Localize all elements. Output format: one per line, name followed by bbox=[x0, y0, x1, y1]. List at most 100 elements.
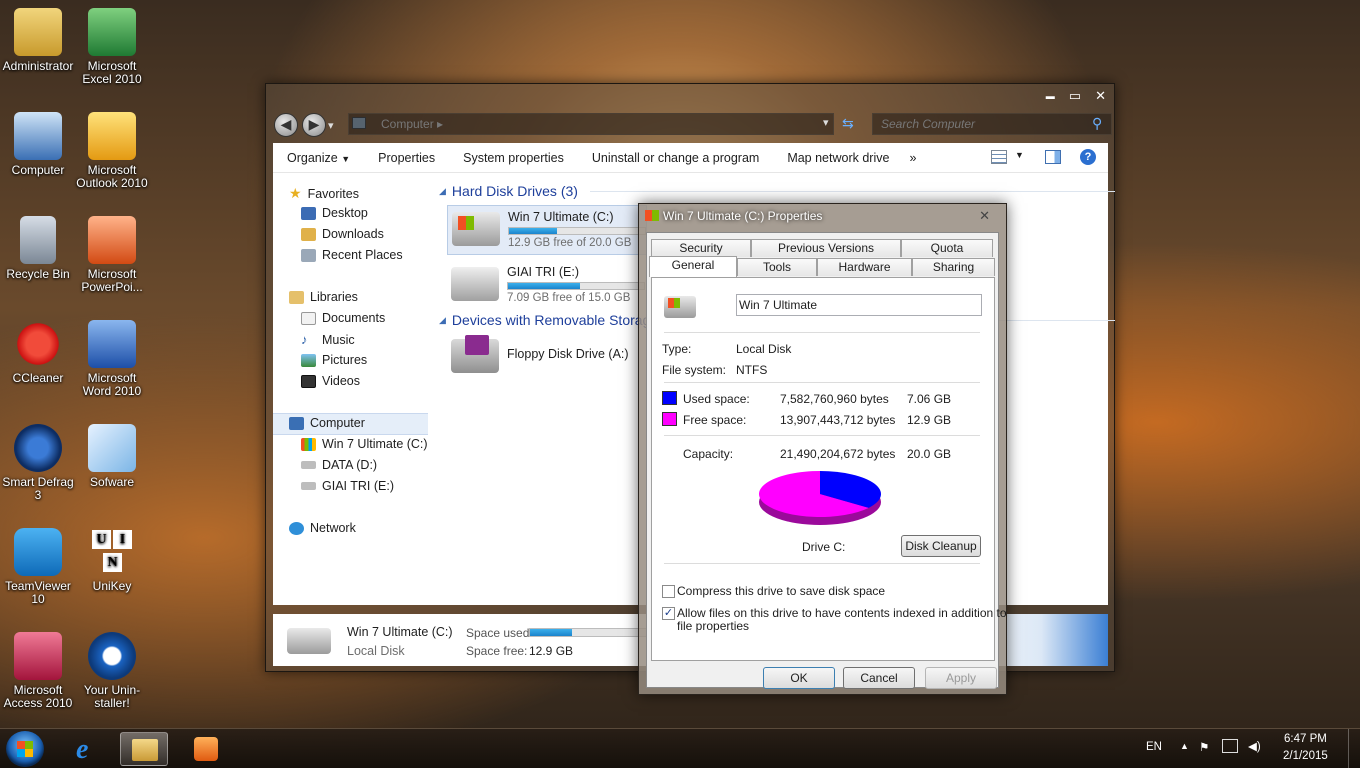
maximize-button[interactable]: ▭ bbox=[1069, 88, 1081, 104]
nav-item-pictures[interactable]: Pictures bbox=[301, 353, 367, 367]
address-text: Computer ▸ bbox=[381, 117, 444, 131]
action-center-flag-icon[interactable]: ⚑ bbox=[1199, 740, 1209, 754]
recent-pages-dropdown[interactable]: ▾ bbox=[328, 119, 334, 132]
nav-item-drive-e[interactable]: GIAI TRI (E:) bbox=[301, 479, 394, 493]
clock-time[interactable]: 6:47 PM bbox=[1284, 733, 1327, 745]
start-button[interactable] bbox=[6, 731, 44, 767]
desktop-icon-computer[interactable]: Computer bbox=[0, 112, 76, 177]
show-hidden-icons-icon[interactable]: ▲ bbox=[1180, 741, 1189, 751]
search-icon[interactable]: ⚲ bbox=[1092, 115, 1102, 132]
drive-info: Win 7 Ultimate (C:) 12.9 GB free of 20.0… bbox=[508, 206, 646, 249]
used-space-label: Used space: bbox=[683, 392, 750, 406]
back-button[interactable]: ◀ bbox=[274, 113, 298, 137]
more-commands-button[interactable]: » bbox=[903, 151, 922, 165]
close-button[interactable]: ✕ bbox=[1095, 88, 1106, 104]
nav-item-drive-c[interactable]: Win 7 Ultimate (C:) bbox=[301, 437, 428, 451]
minimize-button[interactable]: ▬ bbox=[1046, 88, 1055, 104]
drive-name: GIAI TRI (E:) bbox=[507, 265, 579, 279]
properties-button[interactable]: Properties bbox=[364, 151, 449, 165]
desktop-icon-powerpoint[interactable]: Microsoft PowerPoi... bbox=[74, 216, 150, 294]
language-indicator[interactable]: EN bbox=[1146, 741, 1162, 753]
group-header-hard-disk-drives[interactable]: ◢ Hard Disk Drives (3) bbox=[439, 183, 1115, 199]
nav-item-drive-d[interactable]: DATA (D:) bbox=[301, 458, 377, 472]
address-bar[interactable]: Computer ▸ bbox=[348, 113, 834, 135]
group-header-label: Devices with Removable Storag bbox=[451, 312, 651, 328]
preview-pane-icon[interactable] bbox=[1045, 150, 1061, 164]
desktop-icon-access[interactable]: Microsoft Access 2010 bbox=[0, 632, 76, 710]
nav-item-computer[interactable]: Computer bbox=[289, 416, 365, 430]
address-dropdown-icon[interactable]: ▾ bbox=[823, 116, 829, 129]
unikey-letter-i: I bbox=[113, 530, 132, 549]
tab-sharing[interactable]: Sharing bbox=[912, 258, 995, 276]
desktop-icon-ccleaner[interactable]: CCleaner bbox=[0, 320, 76, 385]
internet-explorer-taskbar-button[interactable]: e bbox=[66, 732, 114, 766]
ok-button[interactable]: OK bbox=[763, 667, 835, 689]
media-player-taskbar-button[interactable] bbox=[182, 732, 230, 766]
unikey-icon: U I N bbox=[88, 528, 136, 576]
desktop-icon-smart-defrag[interactable]: Smart Defrag 3 bbox=[0, 424, 76, 502]
desktop-icon-recycle-bin[interactable]: Recycle Bin bbox=[0, 216, 76, 281]
drive-tile-c[interactable]: Win 7 Ultimate (C:) 12.9 GB free of 20.0… bbox=[447, 205, 647, 255]
desktop-icon-word[interactable]: Microsoft Word 2010 bbox=[74, 320, 150, 398]
tab-hardware[interactable]: Hardware bbox=[817, 258, 912, 276]
show-desktop-button[interactable] bbox=[1348, 729, 1360, 768]
navigation-pane: ★ Favorites Desktop Downloads Recent Plac… bbox=[273, 173, 428, 605]
search-input[interactable]: Search Computer bbox=[872, 113, 1112, 135]
nav-item-documents[interactable]: Documents bbox=[301, 311, 385, 325]
nav-item-desktop[interactable]: Desktop bbox=[301, 206, 368, 220]
drive-properties-dialog[interactable]: Win 7 Ultimate (C:) Properties ✕ Securit… bbox=[638, 203, 1007, 695]
disk-cleanup-button[interactable]: Disk Cleanup bbox=[901, 535, 981, 557]
cancel-button[interactable]: Cancel bbox=[843, 667, 915, 689]
view-options-icon[interactable] bbox=[991, 150, 1007, 164]
dialog-close-button[interactable]: ✕ bbox=[979, 208, 990, 224]
windows-logo-icon bbox=[17, 741, 33, 757]
help-icon[interactable]: ? bbox=[1080, 149, 1096, 165]
desktop-icon-excel[interactable]: Microsoft Excel 2010 bbox=[74, 8, 150, 86]
volume-label-input[interactable]: Win 7 Ultimate bbox=[736, 294, 982, 316]
network-status-icon[interactable] bbox=[1222, 739, 1238, 753]
drive-tile-floppy[interactable]: Floppy Disk Drive (A:) bbox=[451, 333, 629, 373]
nav-item-recent-places[interactable]: Recent Places bbox=[301, 248, 403, 262]
chevron-down-icon[interactable]: ▼ bbox=[1015, 150, 1024, 160]
desktop-icon-unikey[interactable]: U I N UniKey bbox=[74, 528, 150, 593]
nav-item-downloads[interactable]: Downloads bbox=[301, 227, 384, 241]
desktop-icon-teamviewer[interactable]: TeamViewer 10 bbox=[0, 528, 76, 606]
tab-previous-versions[interactable]: Previous Versions bbox=[751, 239, 901, 257]
nav-label: Libraries bbox=[310, 290, 358, 304]
tab-security[interactable]: Security bbox=[651, 239, 751, 257]
desktop-icon-administrator[interactable]: Administrator bbox=[0, 8, 76, 73]
nav-item-network[interactable]: Network bbox=[289, 521, 356, 535]
clock-date[interactable]: 2/1/2015 bbox=[1283, 750, 1328, 762]
system-properties-button[interactable]: System properties bbox=[449, 151, 578, 165]
desktop-icon-outlook[interactable]: Microsoft Outlook 2010 bbox=[74, 112, 150, 190]
windows-box-icon bbox=[88, 424, 136, 472]
refresh-icon[interactable]: ⇆ bbox=[842, 115, 854, 132]
volume-icon[interactable]: ◀) bbox=[1248, 739, 1261, 753]
tab-quota[interactable]: Quota bbox=[901, 239, 993, 257]
index-checkbox[interactable]: ✓ bbox=[662, 607, 675, 620]
forward-button[interactable]: ▶ bbox=[302, 113, 326, 137]
nav-item-libraries[interactable]: Libraries bbox=[289, 290, 358, 304]
desktop-icon-label: Microsoft Excel 2010 bbox=[82, 59, 142, 86]
free-space-swatch bbox=[662, 412, 677, 426]
desktop-icon-your-uninstaller[interactable]: Your Unin-staller! bbox=[74, 632, 150, 710]
map-network-drive-button[interactable]: Map network drive bbox=[773, 151, 903, 165]
capacity-gb: 20.0 GB bbox=[907, 447, 952, 461]
drive-tile-e[interactable]: GIAI TRI (E:) 7.09 GB free of 15.0 GB bbox=[447, 261, 647, 311]
organize-menu[interactable]: Organize ▼ bbox=[273, 151, 364, 165]
nav-item-videos[interactable]: Videos bbox=[301, 374, 360, 388]
tab-tools[interactable]: Tools bbox=[737, 258, 817, 276]
excel-icon bbox=[88, 8, 136, 56]
uninstall-program-button[interactable]: Uninstall or change a program bbox=[578, 151, 773, 165]
tab-general[interactable]: General bbox=[649, 256, 737, 277]
desktop-icon-sofware[interactable]: Sofware bbox=[74, 424, 150, 489]
compress-checkbox[interactable] bbox=[662, 585, 675, 598]
pictures-icon bbox=[301, 353, 316, 367]
nav-label: Network bbox=[310, 521, 356, 535]
downloads-icon bbox=[301, 227, 316, 241]
nav-item-favorites[interactable]: ★ Favorites bbox=[289, 185, 359, 202]
separator bbox=[664, 563, 980, 564]
file-explorer-taskbar-button[interactable] bbox=[120, 732, 168, 766]
apply-button[interactable]: Apply bbox=[925, 667, 997, 689]
nav-item-music[interactable]: ♪ Music bbox=[301, 332, 355, 347]
